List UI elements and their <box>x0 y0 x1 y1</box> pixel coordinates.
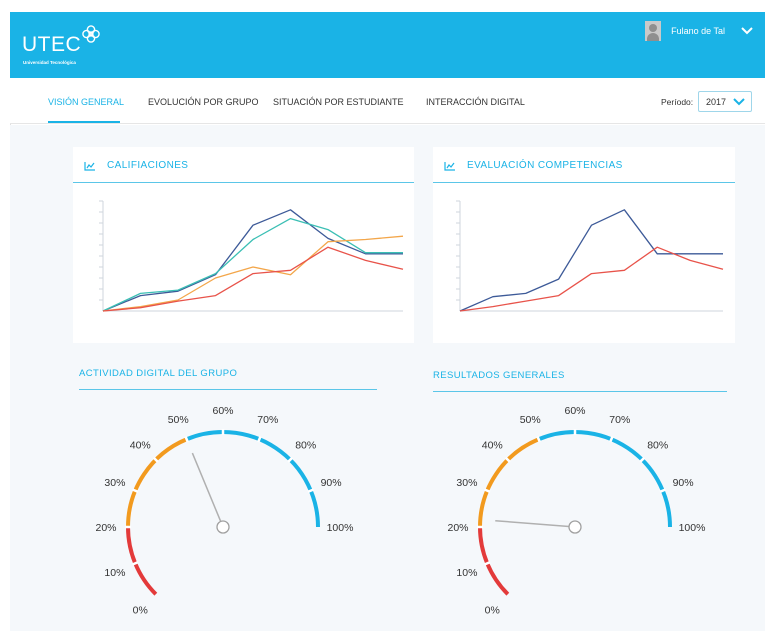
gauge-tick-label: 0% <box>485 605 500 617</box>
card-title: CALIFIACIONES <box>107 160 189 171</box>
series-line-2 <box>102 217 403 312</box>
gauge-arc-segment-1 <box>478 526 510 596</box>
series-line-1 <box>102 209 403 312</box>
section-title-actividad: ACTIVIDAD DIGITAL DEL GRUPO <box>79 368 238 379</box>
card-header: CALIFIACIONES <box>73 147 414 183</box>
period-value: 2017 <box>706 96 727 107</box>
gauge-tick-label: 50% <box>168 414 189 426</box>
gauge-needle <box>495 519 570 528</box>
section-divider <box>79 389 377 390</box>
user-avatar-icon <box>645 21 662 41</box>
card-header: EVALUACIÓN COMPETENCIAS <box>433 147 735 183</box>
gauge-tick-label: 90% <box>673 477 694 489</box>
gauge-arc-segment-1 <box>126 526 158 596</box>
gauge-needle-hub <box>568 520 582 534</box>
resultados-generales-gauge: 0% 10% 20% 30% 40% 50% 60% 70% 80% 90% 100% <box>447 405 706 617</box>
gauge-tick-label: 20% <box>447 522 468 534</box>
gauge-tick-label: 30% <box>456 477 477 489</box>
user-menu[interactable]: Fulano de Tal <box>645 21 753 41</box>
chevron-down-icon[interactable] <box>741 27 753 35</box>
gauge-tick-label: 50% <box>520 414 541 426</box>
gauge-arc-segment-2 <box>126 437 188 528</box>
gauge-tick-label: 60% <box>212 405 233 417</box>
gauge-tick-label: 30% <box>104 477 125 489</box>
flower-logo-icon <box>82 25 100 43</box>
tab-vision-general[interactable]: VISIÓN GENERAL <box>48 97 124 107</box>
gauge-tick-label: 40% <box>482 439 503 451</box>
series-line-2 <box>459 246 724 312</box>
gauge-tick-label: 100% <box>679 522 706 534</box>
tab-evolucion-por-grupo[interactable]: EVOLUCIÓN POR GRUPO <box>148 97 259 107</box>
gauge-needle <box>191 452 222 522</box>
main-tabs: VISIÓN GENERAL EVOLUCIÓN POR GRUPO SITUA… <box>10 78 765 124</box>
period-select[interactable]: 2017 <box>698 91 752 112</box>
tab-situacion-por-estudiante[interactable]: SITUACIÓN POR ESTUDIANTE <box>273 97 404 107</box>
section-divider <box>433 391 727 392</box>
user-name: Fulano de Tal <box>671 26 725 36</box>
gauge-tick-label: 10% <box>456 567 477 579</box>
calificaciones-card: CALIFIACIONES <box>73 147 414 343</box>
chevron-down-icon <box>733 98 745 106</box>
gauge-tick-label: 80% <box>295 439 316 451</box>
gauge-tick-label: 40% <box>130 439 151 451</box>
gauge-tick-label: 80% <box>647 439 668 451</box>
series-line-1 <box>459 209 723 312</box>
gauge-tick-label: 20% <box>95 522 116 534</box>
actividad-digital-gauge: 0% 10% 20% 30% 40% 50% 60% 70% 80% 90% 100% <box>95 405 354 617</box>
period-label: Período: <box>661 97 694 107</box>
logo-subtitle: Universidad Tecnológica <box>23 60 76 65</box>
active-tab-indicator <box>48 121 120 123</box>
gauge-tick-label: 0% <box>133 605 148 617</box>
gauge-tick-label: 100% <box>327 522 354 534</box>
gauge-tick-label: 70% <box>257 414 278 426</box>
line-chart-icon <box>84 162 95 171</box>
series-line-4 <box>102 246 404 312</box>
gauge-tick-label: 60% <box>564 405 585 417</box>
gauge-tick-label: 90% <box>321 477 342 489</box>
line-chart-icon <box>444 162 455 171</box>
gauge-arc-segment-2 <box>478 437 540 528</box>
competencias-card: EVALUACIÓN COMPETENCIAS <box>433 147 735 343</box>
card-title: EVALUACIÓN COMPETENCIAS <box>467 160 623 171</box>
gauge-tick-label: 10% <box>104 567 125 579</box>
dashboard-content: CALIFIACIONES EVALUACIÓN COMPETENCIAS AC… <box>10 125 765 631</box>
logo-text: UTEC <box>22 33 82 56</box>
competencias-chart <box>456 200 724 312</box>
calificaciones-chart <box>99 200 404 312</box>
tab-interaccion-digital[interactable]: INTERACCIÓN DIGITAL <box>426 97 525 107</box>
section-title-resultados: RESULTADOS GENERALES <box>433 370 565 381</box>
app-header: UTEC Universidad Tecnológica Fulano de T… <box>10 12 765 78</box>
gauge-tick-label: 70% <box>609 414 630 426</box>
gauge-needle-hub <box>216 520 230 534</box>
